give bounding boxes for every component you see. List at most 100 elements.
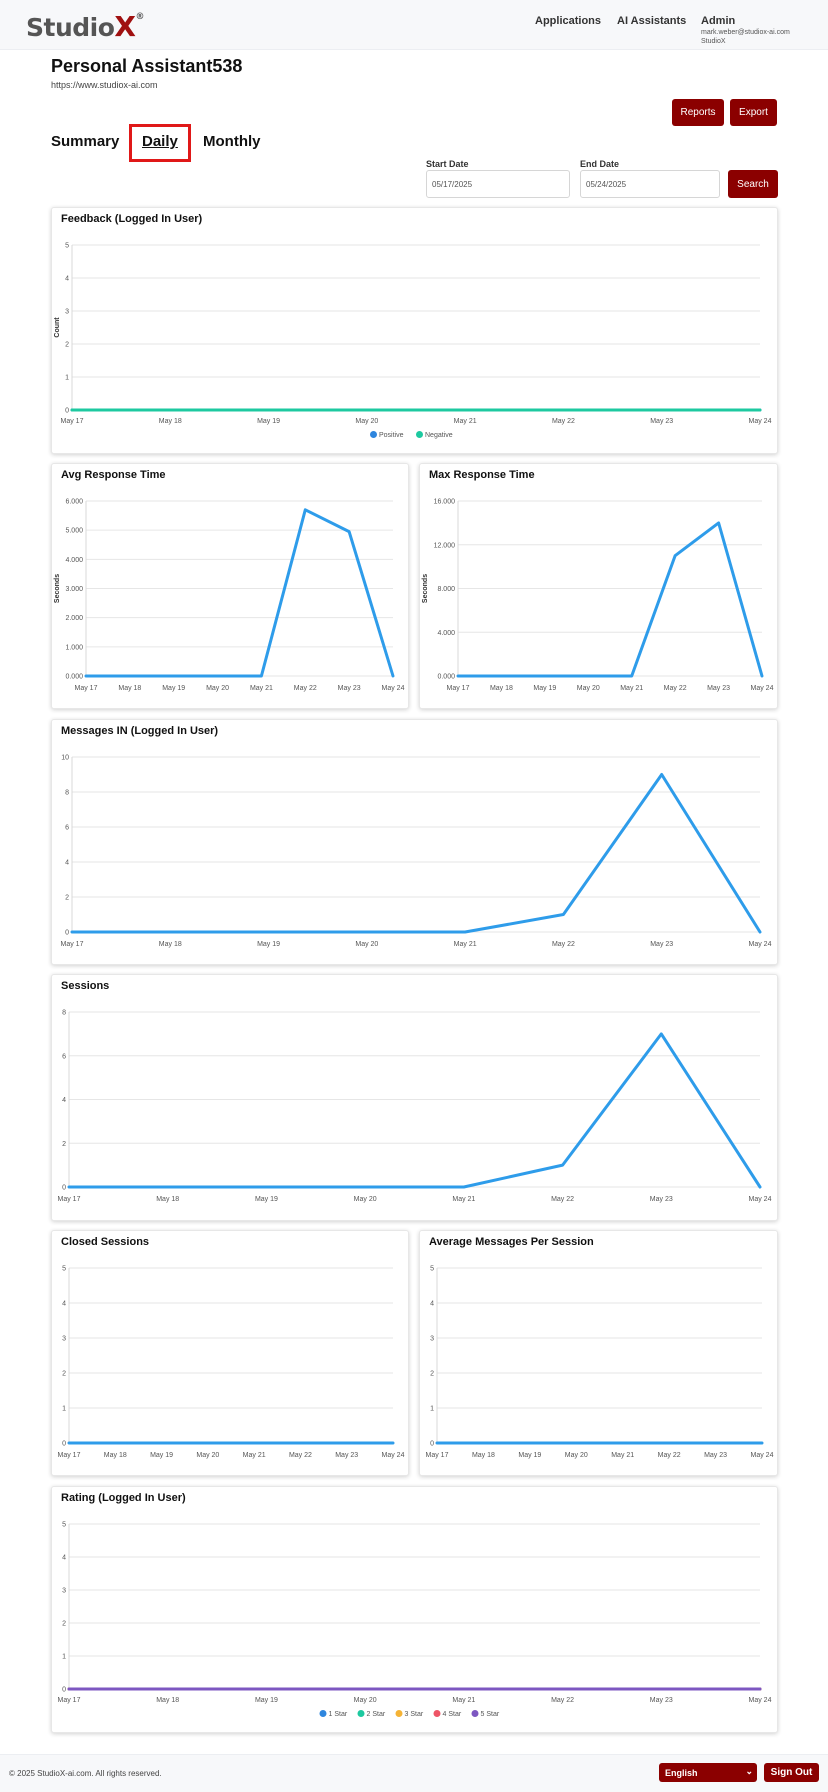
x-tick-label: May 19 (533, 685, 556, 692)
x-tick-label: May 18 (156, 1196, 179, 1203)
y-tick-label: 1 (430, 1406, 434, 1413)
y-tick-label: 4.000 (437, 630, 455, 637)
x-tick-label: May 22 (551, 1697, 574, 1704)
y-tick-label: 4 (62, 1097, 66, 1104)
legend-label: Positive (379, 432, 404, 439)
nav-ai-assistants[interactable]: AI Assistants (617, 15, 686, 27)
x-tick-label: May 24 (751, 1452, 774, 1459)
avg-response-time-card: Avg Response Time 0.000 1.000 2.000 3.000 4.… (51, 463, 409, 709)
y-tick-label: 4 (430, 1301, 434, 1308)
x-tick-label: May 17 (58, 1196, 81, 1203)
user-menu[interactable]: Admin (701, 15, 735, 27)
x-tick-label: May 18 (490, 685, 513, 692)
x-tick-label: May 17 (58, 1452, 81, 1459)
x-tick-label: May 20 (355, 941, 378, 948)
y-tick-label: 6 (65, 825, 69, 832)
y-tick-label: 8 (62, 1010, 66, 1017)
series-line-0 (84, 508, 395, 678)
x-tick-label: May 23 (650, 1196, 673, 1203)
y-tick-label: 8 (65, 790, 69, 797)
start-date-input[interactable]: 05/17/2025 (426, 170, 570, 198)
x-tick-label: May 19 (257, 941, 280, 948)
nav-applications[interactable]: Applications (535, 15, 601, 27)
x-tick-label: May 24 (382, 1452, 405, 1459)
x-tick-label: May 20 (196, 1452, 219, 1459)
y-axis-title: Count (54, 317, 61, 338)
y-tick-label: 12.000 (434, 542, 456, 549)
tab-monthly[interactable]: Monthly (203, 133, 261, 150)
y-tick-label: 4 (65, 860, 69, 867)
y-tick-label: 8.000 (437, 586, 455, 593)
x-tick-label: May 23 (335, 1452, 358, 1459)
legend-marker (416, 431, 423, 438)
y-tick-label: 3 (62, 1336, 66, 1343)
x-tick-label: May 20 (354, 1196, 377, 1203)
y-tick-label: 3 (430, 1336, 434, 1343)
x-tick-label: May 22 (551, 1196, 574, 1203)
legend-label: 2 Star (367, 1711, 386, 1718)
search-button[interactable]: Search (728, 170, 778, 198)
y-tick-label: 3.000 (65, 586, 83, 593)
x-tick-label: May 23 (338, 685, 361, 692)
x-tick-label: May 21 (452, 1697, 475, 1704)
x-tick-label: May 21 (620, 685, 643, 692)
language-select[interactable]: English ⌄ (659, 1763, 757, 1782)
x-tick-label: May 20 (206, 685, 229, 692)
end-date-input[interactable]: 05/24/2025 (580, 170, 720, 198)
y-tick-label: 5 (65, 243, 69, 250)
y-tick-label: 0 (65, 930, 69, 937)
tab-summary[interactable]: Summary (51, 133, 119, 150)
x-tick-label: May 18 (159, 418, 182, 425)
avg-response-time-chart: 0.000 1.000 2.000 3.000 4.000 5.000 6.000 Secon… (54, 499, 405, 693)
x-tick-label: May 23 (650, 418, 673, 425)
x-tick-label: May 17 (447, 685, 470, 692)
max-response-time-card: Max Response Time 0.000 4.000 8.000 12.000 1… (419, 463, 778, 709)
x-tick-label: May 18 (118, 685, 141, 692)
y-tick-label: 1 (62, 1654, 66, 1661)
x-tick-label: May 22 (289, 1452, 312, 1459)
x-tick-label: May 18 (159, 941, 182, 948)
y-tick-label: 0 (62, 1185, 66, 1192)
y-tick-label: 6.000 (65, 499, 83, 506)
x-tick-label: May 22 (664, 685, 687, 692)
y-tick-label: 16.000 (434, 499, 456, 506)
assistant-url[interactable]: https://www.studiox-ai.com (51, 80, 158, 90)
start-date-label: Start Date (426, 159, 469, 169)
y-tick-label: 3 (62, 1588, 66, 1595)
legend-label: Negative (425, 432, 453, 439)
legend-marker (471, 1710, 479, 1717)
reports-button[interactable]: Reports (672, 99, 724, 126)
active-tab-highlight (129, 124, 191, 162)
y-tick-label: 1 (65, 375, 69, 382)
y-tick-label: 0 (62, 1687, 66, 1694)
x-tick-label: May 17 (61, 941, 84, 948)
closed-sessions-chart: 0 1 2 3 4 5 May 17 May 18 May 19 May 20 May 21 May … (58, 1266, 405, 1460)
x-tick-label: May 23 (650, 1697, 673, 1704)
x-tick-label: May 21 (452, 1196, 475, 1203)
x-tick-label: May 20 (577, 685, 600, 692)
studiox-logo[interactable]: StudioX® (26, 10, 144, 43)
y-axis-title: Seconds (422, 574, 429, 603)
y-tick-label: 2 (65, 342, 69, 349)
messages-in-card: Messages IN (Logged In User) 0 2 4 6 8 10 May … (51, 719, 778, 965)
page-title: Personal Assistant538 (51, 56, 243, 76)
series-line-0 (70, 773, 762, 934)
export-button[interactable]: Export (730, 99, 777, 126)
legend-marker (433, 1710, 441, 1717)
sign-out-button[interactable]: Sign Out (764, 1763, 819, 1782)
top-navbar: StudioX® Applications AI Assistants Admi… (0, 0, 828, 50)
sessions-chart: 0 2 4 6 8 May 17 May 18 May 19 May 20 May 21 May 2… (58, 1010, 772, 1204)
y-tick-label: 2 (65, 895, 69, 902)
x-tick-label: May 17 (58, 1697, 81, 1704)
x-tick-label: May 22 (294, 685, 317, 692)
x-tick-label: May 19 (150, 1452, 173, 1459)
legend-marker (357, 1710, 365, 1717)
y-tick-label: 4.000 (65, 557, 83, 564)
y-tick-label: 4 (62, 1555, 66, 1562)
closed-sessions-card: Closed Sessions 0 1 2 3 4 5 May 17 May 18 May 19… (51, 1230, 409, 1476)
x-tick-label: May 22 (552, 941, 575, 948)
feedback-chart: 0 1 2 3 4 5 Count May 17 May 18 May 19 May 20 May 2… (54, 243, 772, 440)
x-tick-label: May 19 (255, 1697, 278, 1704)
chevron-down-icon: ⌄ (745, 1766, 753, 1776)
rating-chart: 0 1 2 3 4 5 May 17 May 18 May 19 May 20 May 21 May … (58, 1522, 772, 1719)
